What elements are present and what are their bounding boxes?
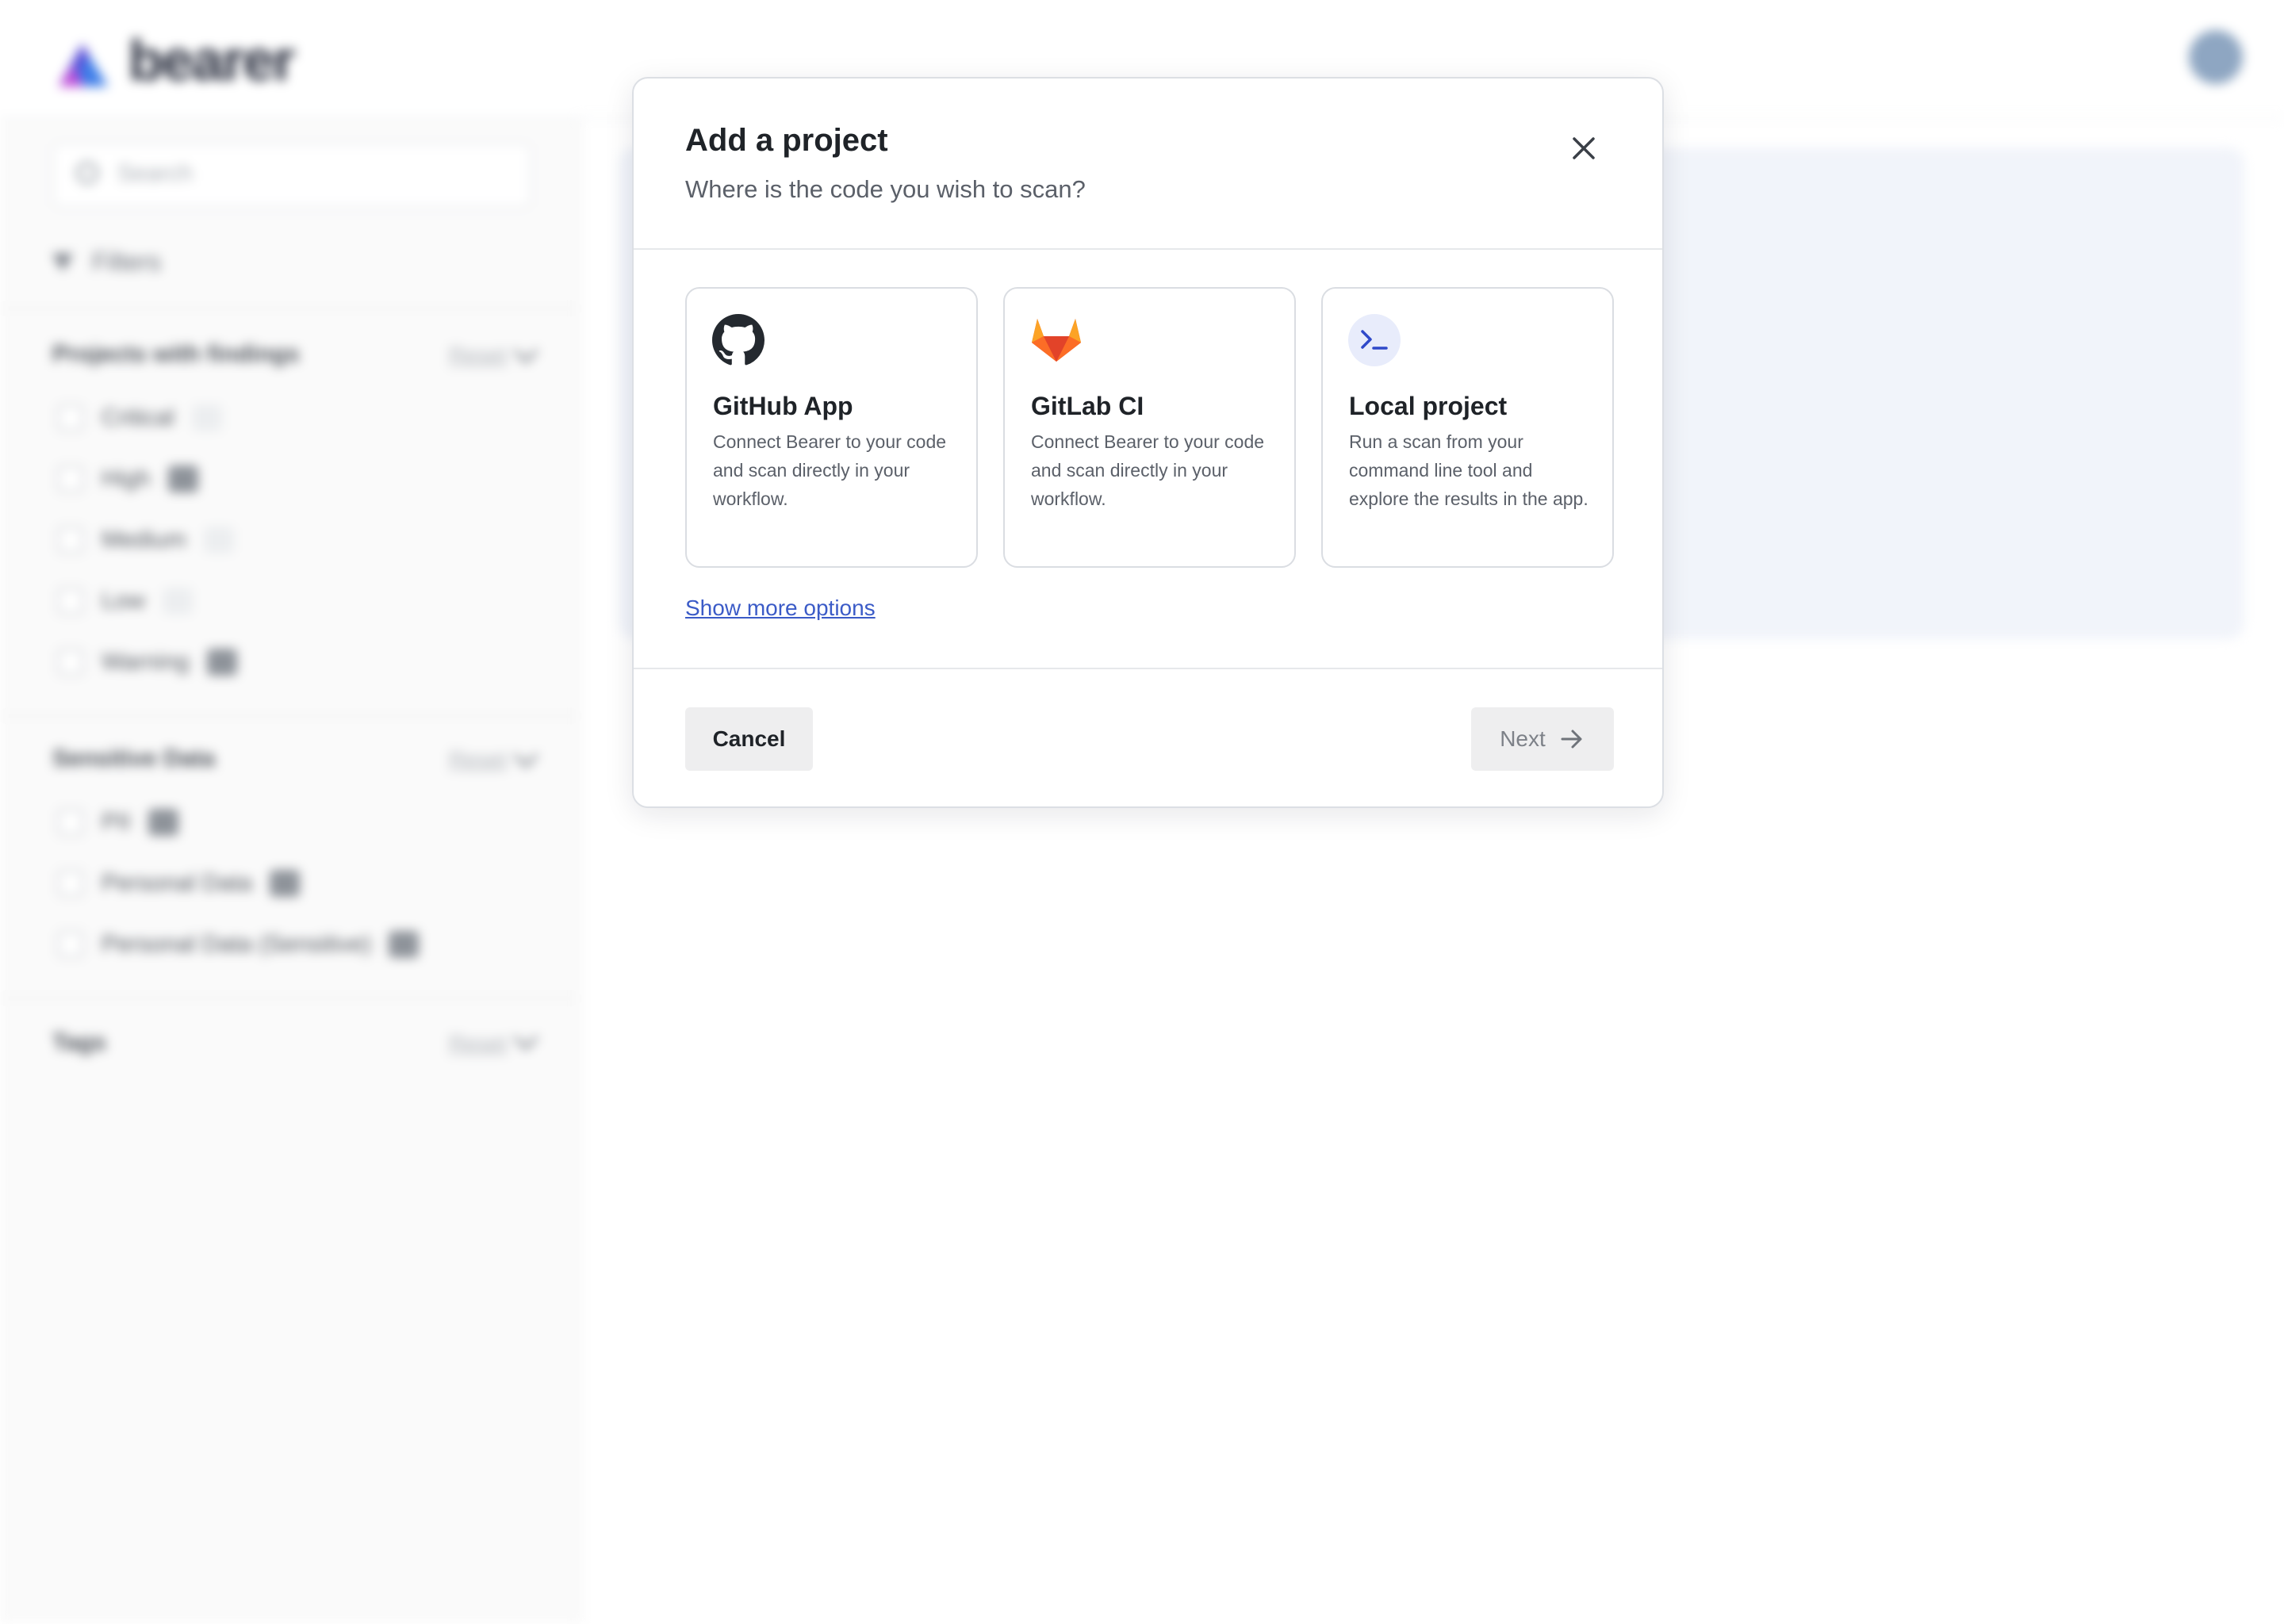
reset-link[interactable]: Reset — [449, 343, 507, 368]
section-divider — [0, 715, 579, 717]
filter-option-label: Low — [102, 588, 146, 614]
show-more-options-link[interactable]: Show more options — [685, 596, 876, 621]
checkbox[interactable] — [57, 809, 84, 836]
count-badge — [191, 404, 222, 431]
add-project-modal: Add a project Where is the code you wish… — [632, 77, 1664, 808]
option-description: Connect Bearer to your code and scan dir… — [713, 431, 947, 509]
option-gitlab-ci[interactable]: GitLab CI Connect Bearer to your code an… — [1003, 287, 1296, 568]
checkbox[interactable] — [57, 465, 84, 492]
next-button-label: Next — [1500, 726, 1546, 751]
filter-option[interactable]: Personal Data (Sensitive) — [57, 931, 420, 958]
filter-option[interactable]: Warning — [57, 649, 237, 676]
modal-divider — [634, 248, 1662, 250]
count-badge — [167, 465, 198, 492]
filter-option[interactable]: Critical — [57, 404, 222, 431]
filter-option-label: Medium — [102, 527, 186, 553]
filter-option-label: Personal Data (Sensitive) — [102, 931, 372, 957]
search-icon — [76, 162, 98, 184]
search-placeholder: Search — [117, 160, 194, 186]
section-divider — [0, 998, 579, 999]
section-divider — [0, 308, 579, 309]
count-badge — [270, 870, 301, 897]
option-description: Run a scan from your command line tool a… — [1349, 431, 1588, 509]
filter-option-label: Critical — [102, 404, 174, 431]
checkbox[interactable] — [57, 649, 84, 676]
checkbox[interactable] — [57, 931, 84, 958]
chevron-down-icon[interactable] — [513, 339, 538, 364]
filter-option-label: High — [102, 465, 151, 492]
chevron-down-icon[interactable] — [513, 743, 538, 768]
filters-sidebar: Search Filters Projects with findings Re… — [0, 119, 581, 1624]
modal-title: Add a project — [685, 123, 888, 158]
filter-option-label: PII — [102, 809, 131, 835]
reset-link[interactable]: Reset — [449, 1031, 507, 1056]
reset-link[interactable]: Reset — [449, 747, 507, 772]
option-title: Local project — [1349, 392, 1508, 420]
filters-label: Filters — [92, 247, 162, 276]
cancel-button[interactable]: Cancel — [685, 707, 813, 771]
gitlab-icon — [1032, 319, 1081, 362]
count-badge — [389, 931, 420, 958]
close-icon[interactable] — [1562, 126, 1606, 170]
bearer-logo-icon — [59, 44, 108, 86]
option-local-project[interactable]: Local project Run a scan from your comma… — [1321, 287, 1614, 568]
filter-option-label: Warning — [102, 649, 190, 675]
checkbox[interactable] — [57, 404, 84, 431]
count-badge — [163, 588, 194, 615]
count-badge — [206, 649, 237, 676]
filters-header: Filters — [52, 247, 161, 277]
filter-option[interactable]: Personal Data — [57, 870, 301, 897]
arrow-right-icon — [1561, 730, 1582, 749]
search-input[interactable]: Search — [52, 143, 531, 208]
filter-option[interactable]: Medium — [57, 527, 234, 553]
modal-footer-divider — [634, 668, 1662, 669]
chevron-down-icon[interactable] — [513, 1025, 538, 1051]
count-badge — [203, 527, 234, 553]
modal-subtitle: Where is the code you wish to scan? — [685, 175, 1086, 203]
option-github-app[interactable]: GitHub App Connect Bearer to your code a… — [685, 287, 978, 568]
terminal-icon — [1348, 314, 1401, 366]
user-avatar[interactable] — [2189, 30, 2243, 84]
option-description: Connect Bearer to your code and scan dir… — [1031, 431, 1265, 509]
filter-option[interactable]: PII — [57, 809, 178, 836]
filter-option[interactable]: Low — [57, 588, 194, 615]
count-badge — [148, 809, 178, 836]
section-title: Sensitive Data — [52, 745, 216, 772]
app-logo: bearer — [52, 29, 295, 94]
filter-icon — [52, 253, 73, 271]
checkbox[interactable] — [57, 527, 84, 553]
checkbox[interactable] — [57, 870, 84, 897]
option-title: GitHub App — [713, 392, 853, 420]
section-title: Tags — [52, 1029, 106, 1055]
filter-option[interactable]: High — [57, 465, 198, 492]
logo-text: bearer — [128, 29, 295, 93]
section-title: Projects with findings — [52, 341, 300, 367]
next-button[interactable]: Next — [1471, 707, 1614, 771]
github-icon — [712, 314, 765, 366]
checkbox[interactable] — [57, 588, 84, 615]
filter-option-label: Personal Data — [102, 870, 253, 896]
option-title: GitLab CI — [1031, 392, 1144, 420]
